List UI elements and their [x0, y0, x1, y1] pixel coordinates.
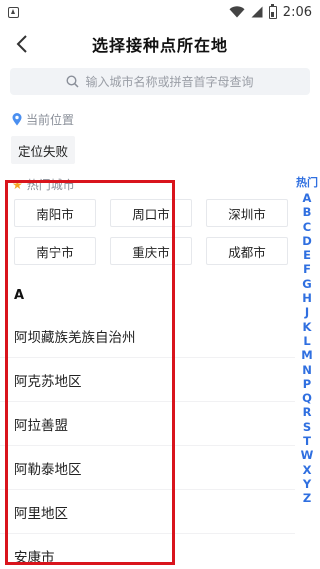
hot-cities-text: 热门城市	[26, 178, 75, 192]
search-placeholder: 输入城市名称或拼音首字母查询	[85, 75, 254, 89]
current-location-label: 当前位置	[12, 111, 74, 128]
index-letter[interactable]: T	[303, 434, 311, 448]
city-list-item[interactable]: 阿拉善盟	[0, 402, 295, 446]
index-letter[interactable]: N	[302, 363, 312, 377]
status-bar: 2:06	[0, 0, 320, 24]
index-letter[interactable]: Q	[302, 391, 312, 405]
index-letter[interactable]: Y	[303, 477, 311, 491]
search-input[interactable]: 输入城市名称或拼音首字母查询	[10, 68, 310, 95]
index-letter[interactable]: Z	[303, 491, 311, 505]
star-icon: ★	[12, 177, 23, 192]
signal-icon	[251, 6, 263, 18]
header: 选择接种点所在地	[0, 24, 320, 64]
hot-cities-grid: 南阳市 周口市 深圳市 南宁市 重庆市 成都市	[14, 199, 289, 265]
index-letter[interactable]: C	[303, 220, 311, 234]
index-letter[interactable]: B	[303, 205, 312, 219]
hot-city-chip[interactable]: 成都市	[206, 237, 288, 265]
index-letter[interactable]: W	[301, 448, 314, 462]
hot-city-chip[interactable]: 深圳市	[206, 199, 288, 227]
city-list-item[interactable]: 阿克苏地区	[0, 358, 295, 402]
index-letter[interactable]: H	[302, 291, 312, 305]
hot-city-chip[interactable]: 重庆市	[110, 237, 192, 265]
wifi-icon	[229, 6, 245, 18]
index-letter[interactable]: S	[303, 420, 311, 434]
index-item-hot[interactable]: 热门	[296, 175, 318, 190]
location-pin-icon	[12, 113, 22, 126]
index-letter[interactable]: R	[303, 405, 312, 419]
battery-icon	[268, 3, 277, 19]
current-location-text: 当前位置	[26, 113, 75, 127]
city-list: 阿坝藏族羌族自治州 阿克苏地区 阿拉善盟 阿勒泰地区 阿里地区 安康市	[0, 314, 295, 569]
location-failed-button[interactable]: 定位失败	[11, 136, 75, 164]
index-letter[interactable]: L	[303, 334, 310, 348]
city-list-item[interactable]: 安康市	[0, 534, 295, 569]
back-button[interactable]	[8, 30, 36, 58]
search-icon	[66, 75, 80, 88]
index-letter[interactable]: X	[303, 463, 312, 477]
hot-city-chip[interactable]: 南宁市	[14, 237, 96, 265]
index-letter[interactable]: J	[305, 305, 309, 319]
index-letter[interactable]: E	[303, 248, 311, 262]
index-letter[interactable]: K	[303, 320, 312, 334]
index-letter[interactable]: G	[302, 277, 311, 291]
index-letter[interactable]: M	[301, 348, 312, 362]
hot-city-chip[interactable]: 南阳市	[14, 199, 96, 227]
index-letter[interactable]: P	[303, 377, 311, 391]
index-letter[interactable]: D	[302, 234, 312, 248]
hot-cities-label: ★ 热门城市	[12, 176, 75, 193]
alphabet-index-bar[interactable]: 热门 A B C D E F G H J K L M N P Q R S T W…	[296, 175, 318, 506]
city-list-item[interactable]: 阿坝藏族羌族自治州	[0, 314, 295, 358]
city-list-item[interactable]: 阿里地区	[0, 490, 295, 534]
section-letter-header: A	[14, 288, 25, 303]
page-title: 选择接种点所在地	[91, 36, 228, 55]
index-letter[interactable]: F	[303, 262, 311, 276]
notification-icon	[8, 6, 19, 18]
city-list-item[interactable]: 阿勒泰地区	[0, 446, 295, 490]
hot-city-chip[interactable]: 周口市	[110, 199, 192, 227]
back-arrow-icon	[16, 35, 27, 53]
index-letter[interactable]: A	[303, 191, 312, 205]
status-time: 2:06	[282, 4, 312, 20]
